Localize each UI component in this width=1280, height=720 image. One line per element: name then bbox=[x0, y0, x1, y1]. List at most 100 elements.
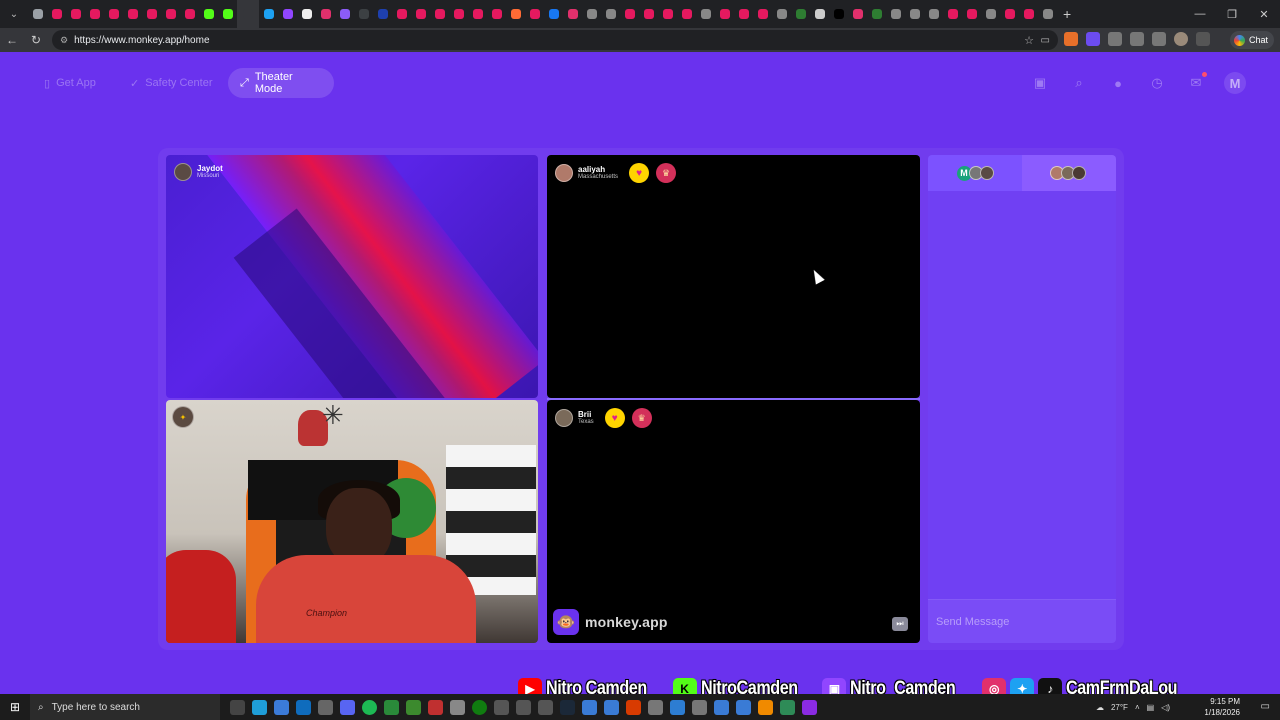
browser-tab[interactable] bbox=[544, 0, 563, 28]
extension-icon[interactable] bbox=[1064, 32, 1078, 46]
app-icon[interactable] bbox=[538, 699, 553, 715]
rank-badge-icon[interactable]: ♛ bbox=[656, 163, 677, 183]
app-icon[interactable] bbox=[450, 699, 465, 715]
browser-tab[interactable] bbox=[297, 0, 316, 28]
windows-start-icon[interactable]: ⊞ bbox=[0, 694, 30, 720]
messages-icon[interactable]: ✉ bbox=[1185, 72, 1207, 94]
browser-chat-button[interactable]: Chat bbox=[1229, 31, 1274, 49]
extension-icon[interactable] bbox=[1130, 32, 1144, 46]
app-icon[interactable] bbox=[670, 699, 685, 715]
steam-icon[interactable] bbox=[560, 699, 575, 715]
browser-tab[interactable] bbox=[639, 0, 658, 28]
minecraft-icon[interactable] bbox=[406, 699, 421, 715]
browser-tab[interactable] bbox=[142, 0, 161, 28]
heart-badge-icon[interactable]: ♥ bbox=[604, 408, 625, 428]
taskbar-search[interactable]: ⌕ Type here to search bbox=[30, 694, 220, 720]
browser-tab[interactable] bbox=[123, 0, 142, 28]
browser-tab[interactable] bbox=[715, 0, 734, 28]
weather-icon[interactable]: ☁ bbox=[1096, 703, 1104, 712]
app-icon[interactable] bbox=[494, 699, 509, 715]
chat-tab-peers[interactable] bbox=[1022, 155, 1116, 191]
browser-tab[interactable] bbox=[278, 0, 297, 28]
spotify-icon[interactable] bbox=[362, 699, 377, 715]
active-tab[interactable] bbox=[237, 0, 259, 28]
reload-icon[interactable]: ↻ bbox=[24, 28, 48, 52]
browser-tab[interactable] bbox=[411, 0, 430, 28]
app-icon[interactable] bbox=[648, 699, 663, 715]
safety-center-button[interactable]: ✓ Safety Center bbox=[118, 68, 224, 98]
app-icon[interactable] bbox=[274, 699, 289, 715]
skip-icon[interactable]: ⏭ bbox=[892, 617, 908, 631]
menu-dots-icon[interactable] bbox=[1196, 32, 1210, 46]
browser-tab[interactable] bbox=[316, 0, 335, 28]
browser-tab[interactable] bbox=[734, 0, 753, 28]
browser-tab[interactable] bbox=[449, 0, 468, 28]
site-info-icon[interactable]: ⚙ bbox=[60, 35, 68, 46]
clock[interactable]: 9:15 PM 1/18/2026 bbox=[1204, 696, 1240, 718]
app-icon[interactable] bbox=[714, 699, 729, 715]
browser-tab[interactable] bbox=[696, 0, 715, 28]
user-chip[interactable]: Brii Texas ♥ ♛ bbox=[555, 408, 652, 428]
app-icon[interactable] bbox=[516, 699, 531, 715]
browser-tab[interactable] bbox=[354, 0, 373, 28]
back-icon[interactable]: ← bbox=[0, 28, 24, 52]
browser-tab[interactable] bbox=[506, 0, 525, 28]
app-icon[interactable] bbox=[428, 699, 443, 715]
browser-tab[interactable] bbox=[335, 0, 354, 28]
browser-tab[interactable] bbox=[259, 0, 278, 28]
app-icon[interactable] bbox=[736, 699, 751, 715]
browser-tab[interactable] bbox=[582, 0, 601, 28]
browser-tab[interactable] bbox=[199, 0, 218, 28]
task-view-icon[interactable] bbox=[230, 699, 245, 715]
browser-tab[interactable] bbox=[810, 0, 829, 28]
browser-tab[interactable] bbox=[563, 0, 582, 28]
network-icon[interactable]: ▤ bbox=[1147, 703, 1155, 712]
video-tile-self[interactable]: ✳ Champion ✦ bbox=[166, 400, 538, 643]
browser-tab[interactable] bbox=[430, 0, 449, 28]
app-icon[interactable] bbox=[802, 699, 817, 715]
outlook-icon[interactable] bbox=[296, 699, 311, 715]
browser-tab[interactable] bbox=[161, 0, 180, 28]
browser-tab[interactable] bbox=[943, 0, 962, 28]
app-icon[interactable] bbox=[604, 699, 619, 715]
heart-badge-icon[interactable]: ♥ bbox=[629, 163, 650, 183]
app-icon[interactable] bbox=[582, 699, 597, 715]
extension-icon[interactable] bbox=[1108, 32, 1122, 46]
extension-icon[interactable] bbox=[1152, 32, 1166, 46]
browser-tab[interactable] bbox=[905, 0, 924, 28]
history-icon[interactable]: ◷ bbox=[1146, 72, 1168, 94]
store-icon[interactable] bbox=[318, 699, 333, 715]
browser-tab[interactable] bbox=[772, 0, 791, 28]
browser-tab[interactable] bbox=[373, 0, 392, 28]
browser-tab[interactable] bbox=[867, 0, 886, 28]
rank-badge-icon[interactable]: ♛ bbox=[631, 408, 652, 428]
video-tile-jaydot[interactable]: Jaydot Missouri bbox=[166, 155, 538, 398]
browser-tab[interactable] bbox=[85, 0, 104, 28]
extension-icon[interactable] bbox=[1086, 32, 1100, 46]
profile-avatar-icon[interactable] bbox=[1174, 32, 1188, 46]
browser-tab[interactable] bbox=[525, 0, 544, 28]
close-window-icon[interactable]: ✕ bbox=[1248, 0, 1280, 28]
app-icon[interactable] bbox=[692, 699, 707, 715]
new-tab-icon[interactable]: + bbox=[1063, 6, 1071, 22]
shop-icon[interactable]: ▣ bbox=[1029, 72, 1051, 94]
browser-tab[interactable] bbox=[981, 0, 1000, 28]
get-app-button[interactable]: ▯ Get App bbox=[32, 68, 108, 98]
xbox-icon[interactable] bbox=[472, 699, 487, 715]
search-icon[interactable]: ⌕ bbox=[1068, 72, 1090, 94]
video-tile-aaliyah[interactable]: aaliyah Massachusetts ♥ ♛ bbox=[547, 155, 920, 398]
browser-tab[interactable] bbox=[601, 0, 620, 28]
browser-tab[interactable] bbox=[620, 0, 639, 28]
browser-tab[interactable] bbox=[1000, 0, 1019, 28]
tab-search-icon[interactable]: ⌄ bbox=[4, 4, 24, 24]
browser-tab[interactable] bbox=[66, 0, 85, 28]
app-icon[interactable] bbox=[626, 699, 641, 715]
app-icon[interactable] bbox=[780, 699, 795, 715]
volume-icon[interactable]: ◁) bbox=[1161, 703, 1170, 712]
user-chip[interactable]: aaliyah Massachusetts ♥ ♛ bbox=[555, 163, 677, 183]
app-icon[interactable] bbox=[384, 699, 399, 715]
video-tile-brii[interactable]: Brii Texas ♥ ♛ 🐵 monkey.app ⏭ bbox=[547, 400, 920, 643]
browser-tab[interactable] bbox=[962, 0, 981, 28]
theater-mode-button[interactable]: ⤢ Theater Mode bbox=[228, 68, 334, 98]
tray-expand-icon[interactable]: ˄ bbox=[1135, 703, 1140, 712]
